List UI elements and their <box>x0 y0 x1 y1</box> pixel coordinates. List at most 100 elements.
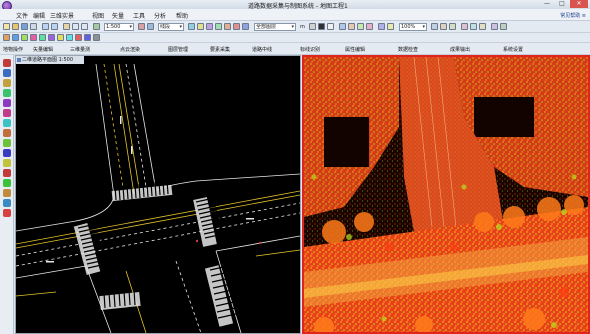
mode-combo[interactable]: 线段 <box>158 23 184 31</box>
draw-polygon-icon[interactable] <box>233 23 240 30</box>
snap-icon[interactable] <box>197 23 204 30</box>
polyline-tool-icon[interactable] <box>3 79 11 87</box>
toolbar-main: 1:500 线段 全部图层 m 100% <box>0 21 590 33</box>
mirror-icon[interactable] <box>30 34 37 41</box>
refresh-icon[interactable] <box>339 23 346 30</box>
menu-help[interactable]: 帮助 <box>176 11 188 20</box>
copy-icon[interactable] <box>72 23 79 30</box>
select-icon[interactable] <box>147 23 154 30</box>
menu-analysis[interactable]: 分析 <box>154 11 166 20</box>
extend-icon[interactable] <box>57 34 64 41</box>
minimize-button[interactable]: — <box>540 0 554 8</box>
road-plan-canvas[interactable] <box>16 56 300 333</box>
grid-icon[interactable] <box>215 23 222 30</box>
sync-view-icon[interactable] <box>378 23 385 30</box>
redo-icon[interactable] <box>51 23 58 30</box>
menu-edit[interactable]: 编辑 <box>33 11 45 20</box>
function-button-1[interactable]: 地物操作 <box>3 46 23 53</box>
scale-tool-icon[interactable] <box>21 34 28 41</box>
fit-icon[interactable] <box>3 179 11 187</box>
point-cloud-panel[interactable] <box>302 55 590 334</box>
full-extent-icon[interactable] <box>431 23 438 30</box>
break-icon[interactable] <box>66 34 73 41</box>
query-icon[interactable] <box>470 23 477 30</box>
split-view-icon[interactable] <box>387 23 394 30</box>
help-link[interactable]: 常见帮助 ≡ <box>560 12 586 19</box>
hatch-icon[interactable] <box>3 199 11 207</box>
new-file-icon[interactable] <box>3 23 10 30</box>
undo-icon[interactable] <box>42 23 49 30</box>
export-icon[interactable] <box>491 23 498 30</box>
scale-combo[interactable]: 1:500 <box>104 23 134 31</box>
menu-tools[interactable]: 工具 <box>133 11 145 20</box>
function-button-6[interactable]: 要素采集 <box>210 46 230 53</box>
zoom-in-icon[interactable] <box>93 23 100 30</box>
road-edge <box>195 173 300 182</box>
node-edit-icon[interactable] <box>3 149 11 157</box>
function-button-9[interactable]: 属性编辑 <box>345 46 365 53</box>
circle-tool-icon[interactable] <box>3 109 11 117</box>
lane-line <box>16 212 300 267</box>
color-icon[interactable] <box>309 23 316 30</box>
measure-icon[interactable] <box>188 23 195 30</box>
function-button-11[interactable]: 成果输出 <box>450 46 470 53</box>
layer-icon[interactable] <box>206 23 213 30</box>
function-button-7[interactable]: 道路中线 <box>252 46 272 53</box>
rectangle-tool-icon[interactable] <box>3 119 11 127</box>
settings-icon[interactable] <box>500 23 507 30</box>
statistics-icon[interactable] <box>479 23 486 30</box>
maximize-button[interactable]: □ <box>555 0 569 8</box>
arc-tool-icon[interactable] <box>3 99 11 107</box>
line-tool-icon[interactable] <box>3 69 11 77</box>
next-extent-icon[interactable] <box>449 23 456 30</box>
menu-vector[interactable]: 矢量 <box>112 11 124 20</box>
merge-icon[interactable] <box>84 34 91 41</box>
point-cloud-icon[interactable] <box>357 23 364 30</box>
rotate-icon[interactable] <box>12 34 19 41</box>
draw-point-icon[interactable] <box>242 23 249 30</box>
function-button-4[interactable]: 点云渲染 <box>120 46 140 53</box>
print-icon[interactable] <box>30 23 37 30</box>
parallel-icon[interactable] <box>3 189 11 197</box>
layer-combo[interactable]: 全部图层 <box>254 23 296 31</box>
vertex-add-icon[interactable] <box>3 159 11 167</box>
menu-3d-reality[interactable]: 三维实景 <box>50 11 74 20</box>
symbol-tool-icon[interactable] <box>3 139 11 147</box>
select-arrow-icon[interactable] <box>3 59 11 67</box>
function-button-10[interactable]: 数据检查 <box>398 46 418 53</box>
function-button-3[interactable]: 三维量测 <box>70 46 90 53</box>
pan-icon[interactable] <box>138 23 145 30</box>
zoom-combo[interactable]: 100% <box>399 23 427 31</box>
cut-icon[interactable] <box>63 23 70 30</box>
function-button-5[interactable]: 图层管理 <box>168 46 188 53</box>
open-folder-icon[interactable] <box>12 23 19 30</box>
erase-icon[interactable] <box>3 209 11 217</box>
function-button-8[interactable]: 标线识别 <box>300 46 320 53</box>
plan-view-panel[interactable]: 二维道路平面图 1:500 <box>15 55 301 334</box>
function-button-2[interactable]: 矢量编辑 <box>33 46 53 53</box>
lock-icon[interactable] <box>93 34 100 41</box>
fill-icon[interactable] <box>327 23 334 30</box>
menu-view[interactable]: 视图 <box>92 11 104 20</box>
vertex-delete-icon[interactable] <box>3 169 11 177</box>
building-roof <box>324 117 369 167</box>
delete-icon[interactable] <box>75 34 82 41</box>
point-cloud-canvas[interactable] <box>304 57 588 332</box>
trim-icon[interactable] <box>48 34 55 41</box>
polygon-tool-icon[interactable] <box>3 89 11 97</box>
3d-view-icon[interactable] <box>348 23 355 30</box>
save-icon[interactable] <box>21 23 28 30</box>
profile-icon[interactable] <box>366 23 373 30</box>
move-icon[interactable] <box>3 34 10 41</box>
paste-icon[interactable] <box>81 23 88 30</box>
identify-icon[interactable] <box>461 23 468 30</box>
draw-line-icon[interactable] <box>224 23 231 30</box>
close-button[interactable]: ✕ <box>570 0 588 8</box>
text-tool-icon[interactable] <box>3 129 11 137</box>
line-style-icon[interactable] <box>318 23 325 30</box>
function-button-12[interactable]: 系统设置 <box>503 46 523 53</box>
previous-extent-icon[interactable] <box>440 23 447 30</box>
menu-file[interactable]: 文件 <box>16 11 28 20</box>
plan-view-tab[interactable]: 二维道路平面图 1:500 <box>16 56 84 64</box>
offset-icon[interactable] <box>39 34 46 41</box>
